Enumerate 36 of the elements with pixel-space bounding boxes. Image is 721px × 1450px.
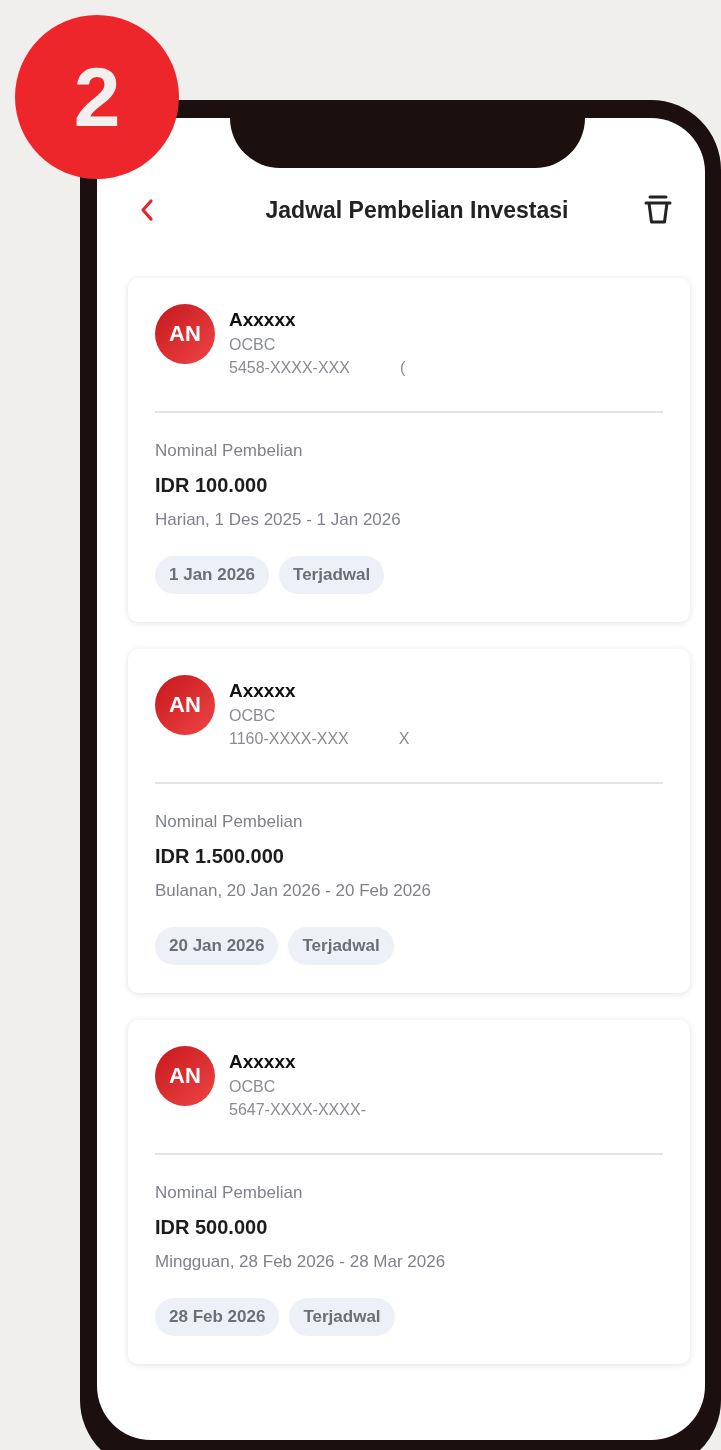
status-tag: Terjadwal bbox=[288, 927, 394, 965]
schedule-period: Harian, 1 Des 2025 - 1 Jan 2026 bbox=[155, 510, 402, 530]
status-tag: 28 Feb 2026 bbox=[155, 1298, 280, 1336]
schedule-period: Bulanan, 20 Jan 2026 - 20 Feb 2026 bbox=[155, 881, 432, 901]
status-tag: Terjadwal bbox=[279, 556, 385, 594]
amount-label: Nominal Pembelian bbox=[155, 812, 304, 832]
account-name: Axxxxx bbox=[229, 680, 297, 702]
account-name: Axxxxx bbox=[229, 309, 297, 331]
account-number: 5458-XXXX-XXX bbox=[229, 359, 350, 377]
amount-value: IDR 1.500.000 bbox=[155, 845, 285, 868]
amount-value: IDR 100.000 bbox=[155, 474, 269, 497]
bank-name: OCBC bbox=[229, 336, 277, 354]
status-tag: 1 Jan 2026 bbox=[155, 556, 269, 594]
account-number: 5647-XXXX-XXXX- bbox=[229, 1101, 366, 1119]
schedule-card[interactable]: AN Axxxxx OCBC 5458-XXXX-XXX ( Nominal Pembelian IDR 100.000 Harian, 1 Des 2025 - 1 Jan 2026 1 Jan 2026 Terjadwal bbox=[128, 278, 690, 622]
bank-name: OCBC bbox=[229, 1078, 277, 1096]
amount-label: Nominal Pembelian bbox=[155, 441, 304, 461]
avatar-initials: AN bbox=[155, 1046, 215, 1106]
schedule-card[interactable]: AN Axxxxx OCBC 1160-XXXX-XXX X Nominal Pembelian IDR 1.500.000 Bulanan, 20 Jan 2026 - 20 Feb 2026 20 Jan 2026 Terjadwal bbox=[128, 649, 690, 993]
account-number: 1160-XXXX-XXX bbox=[229, 730, 349, 748]
schedule-period: Mingguan, 28 Feb 2026 - 28 Mar 2026 bbox=[155, 1252, 447, 1272]
account-number-fragment: ( bbox=[399, 359, 406, 377]
status-tag: Terjadwal bbox=[289, 1298, 395, 1336]
account-name: Axxxxx bbox=[229, 1051, 297, 1073]
amount-value: IDR 500.000 bbox=[155, 1216, 269, 1239]
avatar-initials: AN bbox=[155, 675, 215, 735]
account-number-fragment: X bbox=[398, 730, 410, 748]
status-tag: 20 Jan 2026 bbox=[155, 927, 279, 965]
avatar-initials: AN bbox=[155, 304, 215, 364]
amount-label: Nominal Pembelian bbox=[155, 1183, 304, 1203]
step-number-badge: 2 bbox=[15, 15, 179, 179]
bank-name: OCBC bbox=[229, 707, 277, 725]
page-title: Jadwal Pembelian Investasi bbox=[264, 196, 570, 224]
back-icon[interactable] bbox=[140, 198, 154, 222]
trash-icon[interactable] bbox=[644, 195, 672, 225]
schedule-card[interactable]: AN Axxxxx OCBC 5647-XXXX-XXXX- Nominal Pembelian IDR 500.000 Mingguan, 28 Feb 2026 - 28 Mar 2026 28 Feb 2026 Terjadwal bbox=[128, 1020, 690, 1364]
